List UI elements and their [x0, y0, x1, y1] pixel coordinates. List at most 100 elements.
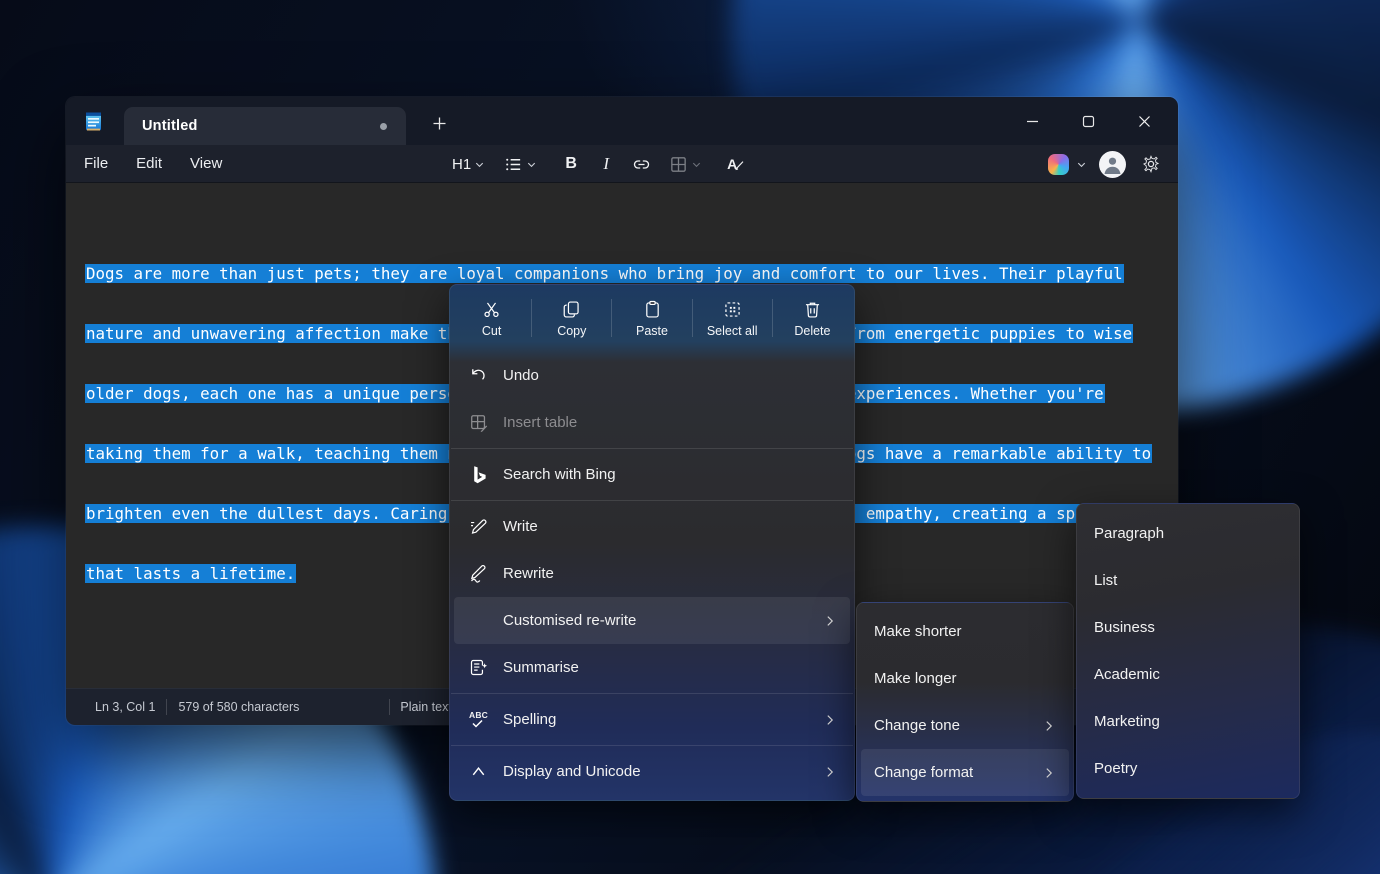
submenu-item-poetry[interactable]: Poetry [1081, 745, 1295, 792]
close-button[interactable] [1116, 97, 1172, 145]
bold-button[interactable]: B [558, 149, 584, 179]
copy-button[interactable]: Copy [532, 287, 611, 349]
paste-button[interactable]: Paste [612, 287, 691, 349]
rewrite-submenu: Make shorter Make longer Change tone Cha… [856, 602, 1074, 802]
cut-icon [481, 299, 502, 320]
italic-button[interactable]: I [593, 149, 619, 179]
context-menu-items: Undo Insert table Search with Bing Write [450, 349, 854, 800]
submenu-item-make-longer[interactable]: Make longer [861, 655, 1069, 702]
document-mode: Plain text [400, 700, 451, 714]
chevron-right-icon [823, 614, 837, 628]
chevron-down-icon [691, 159, 702, 170]
list-style-button[interactable] [504, 149, 537, 179]
menu-item-undo[interactable]: Undo [454, 352, 850, 399]
new-tab-button[interactable] [422, 108, 456, 138]
link-icon [631, 154, 652, 175]
menu-file[interactable]: File [84, 155, 108, 172]
person-icon [1099, 151, 1126, 178]
menu-toolbar: File Edit View H1 B I [66, 145, 1178, 183]
chevron-down-icon [526, 159, 537, 170]
toolbar-right-group [1048, 145, 1164, 183]
copy-icon [561, 299, 582, 320]
select-all-button[interactable]: Select all [693, 287, 772, 349]
submenu-item-marketing[interactable]: Marketing [1081, 698, 1295, 745]
chevron-down-icon [1076, 159, 1087, 170]
settings-button[interactable] [1138, 149, 1164, 179]
quick-actions-row: Cut Copy Paste Select all [450, 285, 854, 349]
copilot-button[interactable] [1048, 149, 1087, 179]
caret-icon [469, 762, 488, 781]
chevron-down-icon [474, 159, 485, 170]
menu-item-spelling[interactable]: ABC Spelling [454, 696, 850, 743]
close-icon [1137, 114, 1152, 129]
undo-icon [468, 365, 489, 386]
bing-icon [470, 465, 488, 485]
status-separator [389, 699, 390, 715]
divider [451, 693, 853, 694]
menu-view[interactable]: View [190, 155, 222, 172]
write-icon [468, 516, 489, 537]
menu-item-insert-table[interactable]: Insert table [454, 399, 850, 446]
submenu-item-change-format[interactable]: Change format [861, 749, 1069, 796]
context-menu: Cut Copy Paste Select all [449, 284, 855, 801]
chevron-right-icon [823, 765, 837, 779]
menu-item-display-and-unicode[interactable]: Display and Unicode [454, 748, 850, 795]
minimize-icon [1025, 114, 1040, 129]
italic-label: I [603, 154, 609, 174]
gear-icon [1141, 154, 1161, 174]
menu-item-rewrite[interactable]: Rewrite [454, 550, 850, 597]
spelling-icon: ABC [469, 712, 488, 728]
rewrite-tools-button[interactable]: A [719, 149, 745, 179]
menu-item-summarise[interactable]: Summarise [454, 644, 850, 691]
divider [451, 745, 853, 746]
divider [451, 448, 853, 449]
table-icon [669, 155, 688, 174]
summarise-icon [468, 657, 489, 678]
menu-item-customised-re-write[interactable]: Customised re-write [454, 597, 850, 644]
heading-label: H1 [452, 156, 471, 173]
chevron-right-icon [1042, 766, 1056, 780]
account-avatar[interactable] [1099, 151, 1126, 178]
chevron-right-icon [823, 713, 837, 727]
link-button[interactable] [628, 149, 654, 179]
tab-title: Untitled [142, 118, 198, 134]
submenu-item-change-tone[interactable]: Change tone [861, 702, 1069, 749]
formatting-toolbar: H1 B I [452, 145, 745, 183]
cut-button[interactable]: Cut [452, 287, 531, 349]
text-line: Dogs are more than just pets; they are l… [85, 264, 1171, 284]
menu-item-search-with-bing[interactable]: Search with Bing [454, 451, 850, 498]
minimize-button[interactable] [1004, 97, 1060, 145]
menu-edit[interactable]: Edit [136, 155, 162, 172]
letter-a-pen-icon: A [727, 156, 737, 172]
maximize-button[interactable] [1060, 97, 1116, 145]
submenu-item-make-shorter[interactable]: Make shorter [861, 608, 1069, 655]
submenu-item-paragraph[interactable]: Paragraph [1081, 510, 1295, 557]
submenu-item-academic[interactable]: Academic [1081, 651, 1295, 698]
unsaved-indicator-dot [380, 123, 387, 130]
menu-item-write[interactable]: Write [454, 503, 850, 550]
select-all-icon [722, 299, 743, 320]
rewrite-icon [468, 563, 489, 584]
table-button[interactable] [669, 149, 702, 179]
status-separator [166, 699, 167, 715]
delete-button[interactable]: Delete [773, 287, 852, 349]
divider [451, 500, 853, 501]
copilot-icon [1048, 154, 1069, 175]
submenu-item-business[interactable]: Business [1081, 604, 1295, 651]
title-bar: Untitled [66, 97, 1178, 145]
notepad-app-icon [82, 110, 105, 133]
maximize-icon [1081, 114, 1096, 129]
bold-label: B [565, 155, 577, 173]
cursor-position: Ln 3, Col 1 [95, 700, 155, 714]
character-count: 579 of 580 characters [178, 700, 299, 714]
plus-icon [432, 116, 447, 131]
paste-icon [642, 299, 663, 320]
tab-untitled[interactable]: Untitled [124, 107, 406, 145]
chevron-right-icon [1042, 719, 1056, 733]
delete-icon [802, 299, 823, 320]
heading-style-button[interactable]: H1 [452, 149, 485, 179]
bullet-list-icon [504, 155, 523, 174]
window-controls [1004, 97, 1172, 145]
insert-table-icon [469, 413, 489, 433]
submenu-item-list[interactable]: List [1081, 557, 1295, 604]
